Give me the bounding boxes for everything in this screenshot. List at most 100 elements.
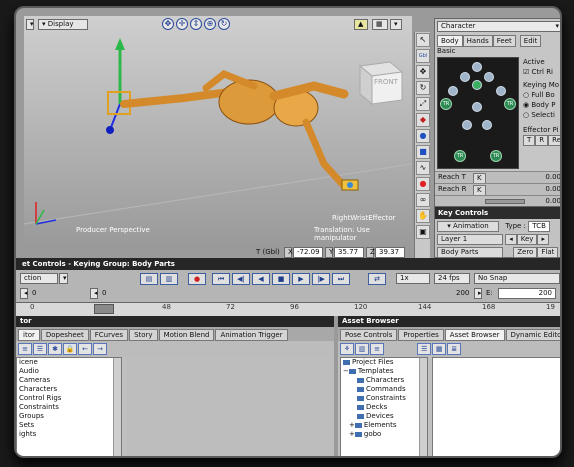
left-ankle-effector[interactable]: TR [454, 150, 466, 162]
go-start-button[interactable]: ⏮ [212, 273, 230, 285]
layout-alt-icon[interactable]: ▥ [160, 273, 178, 285]
right-knee-effector[interactable] [482, 120, 492, 130]
right-elbow-effector[interactable] [496, 86, 506, 96]
details-icon[interactable]: ≡ [370, 343, 384, 355]
lock-icon[interactable]: 🔒 [63, 343, 77, 355]
global-icon[interactable]: Gbl [416, 49, 430, 63]
keying-full-body-radio[interactable]: ○ Full Bo [523, 90, 560, 100]
tab-properties[interactable]: Properties [398, 329, 444, 341]
tree-icon[interactable]: ☰ [33, 343, 47, 355]
back-icon[interactable]: ← [78, 343, 92, 355]
reach-r-value[interactable]: 0.00 [545, 184, 560, 195]
list-item[interactable]: Control Rigs [17, 394, 121, 403]
layer-dropdown[interactable]: Layer 1 [437, 234, 503, 245]
reach-slider[interactable] [485, 199, 525, 204]
list-view-icon[interactable]: ☰ [417, 343, 432, 355]
tree-item[interactable]: Project Files [341, 358, 427, 367]
record-button[interactable]: ● [188, 273, 206, 285]
right-shoulder-effector[interactable] [484, 72, 494, 82]
pan-icon[interactable]: ✥ [162, 18, 174, 30]
end-value-field[interactable]: 200 [498, 288, 556, 299]
list-item[interactable]: Audio [17, 367, 121, 376]
pin-icon[interactable]: ✱ [48, 343, 62, 355]
tab-hands[interactable]: Hands [462, 35, 493, 47]
z-axis-button[interactable]: Z [366, 247, 375, 258]
list-item[interactable]: Constraints [17, 403, 121, 412]
list-item[interactable]: Cameras [17, 376, 121, 385]
step-back-button[interactable]: ◀ [252, 273, 270, 285]
tree-item[interactable]: + gobo [341, 430, 427, 439]
speed-dropdown[interactable]: 1x [396, 273, 430, 284]
tree-item[interactable]: Devices [341, 412, 427, 421]
viewport-menu-arrow[interactable]: ▾ [390, 19, 402, 30]
body-effector-map[interactable]: TR TR TR TR [437, 57, 519, 169]
animation-dropdown[interactable]: ▾ Animation [437, 221, 499, 232]
view-menu-arrow[interactable]: ▾ [26, 19, 34, 30]
list-item[interactable]: Groups [17, 412, 121, 421]
x-field[interactable]: -72.09 [293, 247, 323, 258]
list-item[interactable]: ights [17, 430, 121, 439]
right-wrist-effector[interactable]: TR [504, 98, 516, 110]
tab-motion-blend[interactable]: Motion Blend [158, 329, 215, 341]
left-knee-effector[interactable] [462, 120, 472, 130]
tab-asset-browser[interactable]: Asset Browser [444, 329, 505, 341]
reach-t-value[interactable]: 0.00 [545, 172, 560, 183]
head-effector[interactable] [472, 62, 482, 72]
dolly-icon[interactable]: ⇕ [190, 18, 202, 30]
list-item[interactable]: icene [17, 358, 121, 367]
start-frame2-arrow[interactable]: ◂ [90, 288, 98, 299]
time-slider-thumb[interactable] [94, 304, 114, 314]
chest-effector[interactable] [472, 80, 482, 90]
next-key-button[interactable]: ▸ [537, 234, 549, 245]
pivot-t-button[interactable]: T [523, 135, 536, 146]
scrollbar[interactable] [419, 358, 427, 456]
action-dropdown-arrow[interactable]: ▾ [59, 273, 68, 284]
zero-button[interactable]: Zero [513, 247, 538, 258]
keying-selection-radio[interactable]: ○ Selecti [523, 110, 560, 120]
asset-tree[interactable]: Project Files − Templates Characters Comm… [340, 357, 428, 456]
tree-item[interactable]: Commands [341, 385, 427, 394]
hips-effector[interactable] [472, 102, 482, 112]
hand-icon[interactable]: ✋ [416, 209, 430, 223]
tree-item[interactable]: Constraints [341, 394, 427, 403]
action-dropdown[interactable]: ction [20, 273, 58, 284]
character-dropdown[interactable]: Character ▾ [437, 21, 560, 32]
tree-icon[interactable]: ⚘ [340, 343, 354, 355]
tab-dopesheet[interactable]: Dopesheet [40, 329, 89, 341]
display-dropdown[interactable]: ▾ Display [38, 19, 88, 30]
end-frame-arrow[interactable]: ▸ [474, 288, 482, 299]
go-end-button[interactable]: ⏭ [332, 273, 350, 285]
cube-icon[interactable]: ■ [416, 145, 430, 159]
link-icon[interactable]: ∞ [416, 193, 430, 207]
start-frame2-field[interactable]: 0 [102, 289, 106, 297]
next-key-button[interactable]: |▶ [312, 273, 330, 285]
y-field[interactable]: 35.77 [334, 247, 364, 258]
left-wrist-effector[interactable]: TR [440, 98, 452, 110]
layout-icon[interactable]: ▦ [372, 19, 388, 30]
body-parts-dropdown[interactable]: Body Parts [437, 247, 503, 258]
scrollbar[interactable] [113, 358, 121, 456]
snap-dropdown[interactable]: No Snap [474, 273, 560, 284]
detail-view-icon[interactable]: ≣ [447, 343, 462, 355]
tree-item[interactable]: Decks [341, 403, 427, 412]
list-item[interactable]: Sets [17, 421, 121, 430]
loop-button[interactable]: ⇄ [368, 273, 386, 285]
orbit-icon[interactable]: ↻ [218, 18, 230, 30]
z-field[interactable]: 39.37 [375, 247, 405, 258]
zoom-icon[interactable]: ⊕ [204, 18, 216, 30]
key-button[interactable]: Key [516, 234, 538, 245]
x-axis-button[interactable]: X [284, 247, 293, 258]
play-button[interactable]: ▶ [292, 273, 310, 285]
tree-item[interactable]: + Elements [341, 421, 427, 430]
ctrl-rig-checkbox[interactable]: ☑ Ctrl Ri [523, 67, 560, 77]
stop-button[interactable]: ■ [272, 273, 290, 285]
right-ankle-effector[interactable]: TR [490, 150, 502, 162]
left-elbow-effector[interactable] [448, 86, 458, 96]
folder-view-icon[interactable]: ▥ [355, 343, 369, 355]
camera-icon[interactable]: ▣ [416, 225, 430, 239]
rotate-tool-icon[interactable]: ↻ [416, 81, 430, 95]
tab-fcurves[interactable]: FCurves [89, 329, 129, 341]
image-icon[interactable]: ▲ [354, 19, 368, 30]
flat-button[interactable]: Flat [537, 247, 559, 258]
end-frame-field[interactable]: 200 [456, 289, 469, 297]
